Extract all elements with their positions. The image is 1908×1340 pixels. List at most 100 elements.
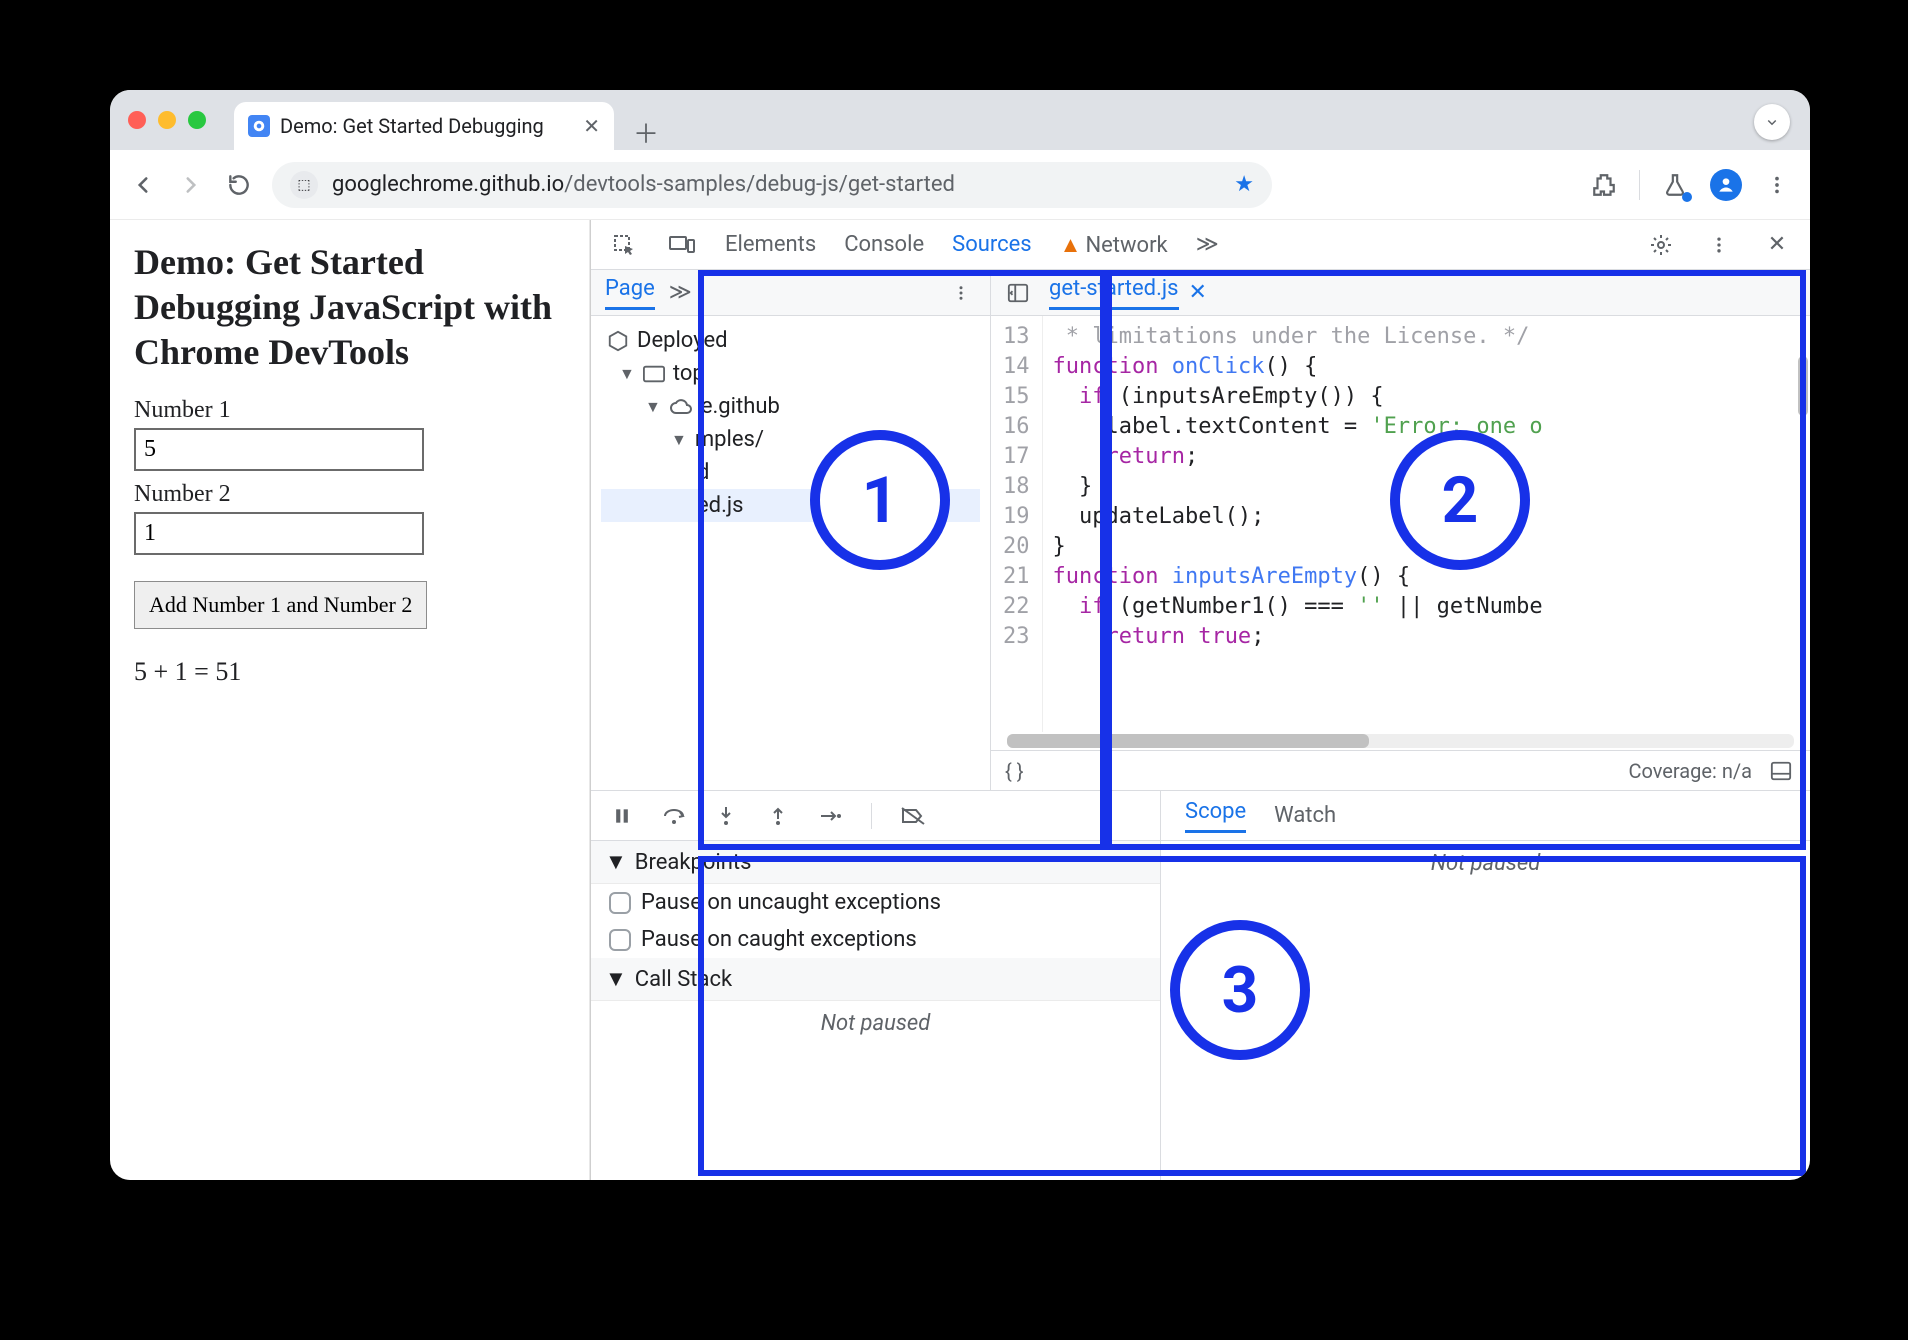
devtools-menu-icon[interactable] — [1704, 230, 1734, 260]
cloud-icon — [669, 398, 693, 416]
chrome-menu-icon[interactable] — [1762, 170, 1792, 200]
tab-network[interactable]: ▲Network — [1060, 232, 1168, 258]
add-button[interactable]: Add Number 1 and Number 2 — [134, 581, 427, 629]
navigator-pane: Page ≫ Deployed ▼top ▼e.github ▼mples/ d… — [591, 270, 991, 790]
devtools-panel: Elements Console Sources ▲Network ≫ ✕ Pa… — [590, 220, 1810, 1180]
code-line-13: * limitations under the License. */ — [1053, 324, 1530, 349]
tab-watch[interactable]: Watch — [1274, 803, 1336, 828]
scope-pane: Scope Watch Not paused — [1161, 791, 1810, 1180]
num2-label: Number 2 — [134, 481, 565, 508]
num1-label: Number 1 — [134, 397, 565, 424]
result-text: 5 + 1 = 51 — [134, 657, 565, 687]
labs-icon[interactable] — [1660, 170, 1690, 200]
num1-input[interactable] — [134, 428, 424, 471]
callstack-header[interactable]: ▼Call Stack — [591, 958, 1160, 1001]
chevron-down-icon: ▼ — [605, 966, 627, 992]
code-line-20: } — [1053, 534, 1066, 559]
step-out-icon[interactable] — [763, 801, 793, 831]
chevron-down-icon: ▼ — [605, 849, 627, 875]
tree-folder[interactable]: ▼mples/ — [601, 423, 980, 456]
address-bar[interactable]: ⬚ googlechrome.github.io/devtools-sample… — [272, 162, 1272, 208]
tab-title: Demo: Get Started Debugging — [280, 114, 573, 138]
num2-input[interactable] — [134, 512, 424, 555]
coverage-status: Coverage: n/a — [1628, 759, 1752, 783]
inspect-element-icon[interactable] — [609, 230, 639, 260]
code-line-16: label.textContent = 'Error: one o — [1053, 414, 1543, 439]
tab-console[interactable]: Console — [844, 232, 924, 257]
forward-button[interactable] — [176, 170, 206, 200]
tree-top[interactable]: ▼top — [601, 357, 980, 390]
code-line-15: if (inputsAreEmpty()) { — [1053, 384, 1384, 409]
maximize-window-icon[interactable] — [188, 111, 206, 129]
frame-icon — [643, 365, 665, 383]
close-tab-icon[interactable]: ✕ — [583, 114, 600, 138]
step-icon[interactable] — [815, 801, 845, 831]
settings-gear-icon[interactable] — [1646, 230, 1676, 260]
browser-toolbar: ⬚ googlechrome.github.io/devtools-sample… — [110, 150, 1810, 220]
close-window-icon[interactable] — [128, 111, 146, 129]
close-devtools-icon[interactable]: ✕ — [1762, 230, 1792, 260]
toggle-navigator-icon[interactable] — [1003, 278, 1033, 308]
step-over-icon[interactable] — [659, 801, 689, 831]
step-into-icon[interactable] — [711, 801, 741, 831]
chrome-favicon-icon — [248, 115, 270, 137]
back-button[interactable] — [128, 170, 158, 200]
chevron-down-icon: ▼ — [671, 430, 687, 450]
deactivate-breakpoints-icon[interactable] — [898, 801, 928, 831]
navigator-tab-page[interactable]: Page — [605, 276, 655, 310]
tab-scope[interactable]: Scope — [1185, 799, 1246, 833]
tree-deployed[interactable]: Deployed — [601, 324, 980, 357]
scope-not-paused: Not paused — [1161, 841, 1810, 886]
code-line-22: if (getNumber1() === '' || getNumbe — [1053, 594, 1543, 619]
code-area[interactable]: * limitations under the License. */ func… — [1043, 316, 1811, 732]
code-editor: get-started.js✕ 1314151617181920212223 *… — [991, 270, 1810, 790]
code-line-21: function inputsAreEmpty() { — [1053, 564, 1411, 589]
demo-page: Demo: Get Started Debugging JavaScript w… — [110, 220, 590, 1180]
chevron-down-icon: ▼ — [619, 364, 635, 384]
code-line-17: return; — [1053, 444, 1199, 469]
site-settings-icon[interactable]: ⬚ — [290, 171, 318, 199]
callstack-not-paused: Not paused — [591, 1001, 1160, 1046]
device-toggle-icon[interactable] — [667, 230, 697, 260]
new-tab-button[interactable]: ＋ — [628, 114, 664, 150]
url-text: googlechrome.github.io/devtools-samples/… — [332, 172, 1220, 197]
more-tabs-icon[interactable]: ≫ — [1196, 232, 1219, 257]
navigator-menu-icon[interactable] — [946, 278, 976, 308]
code-line-14: function onClick() { — [1053, 354, 1318, 379]
breakpoints-header[interactable]: ▼Breakpoints — [591, 841, 1160, 884]
devtools-tabbar: Elements Console Sources ▲Network ≫ ✕ — [591, 220, 1810, 270]
close-file-icon[interactable]: ✕ — [1189, 280, 1207, 305]
chevron-down-icon: ▼ — [645, 397, 661, 417]
tab-sources[interactable]: Sources — [952, 232, 1032, 257]
debugger-pane: ▼Breakpoints Pause on uncaught exception… — [591, 791, 1161, 1180]
profile-avatar[interactable] — [1710, 169, 1742, 201]
pause-icon[interactable] — [607, 801, 637, 831]
reload-button[interactable] — [224, 170, 254, 200]
bookmark-star-icon[interactable]: ★ — [1234, 172, 1254, 197]
pretty-print-icon[interactable]: { } — [1005, 759, 1024, 783]
tree-origin[interactable]: ▼e.github — [601, 390, 980, 423]
tree-file-html[interactable]: d — [601, 456, 980, 489]
extensions-icon[interactable] — [1589, 170, 1619, 200]
toolbar-divider — [1639, 170, 1640, 200]
pause-uncaught-checkbox[interactable]: Pause on uncaught exceptions — [591, 884, 1160, 921]
browser-tab[interactable]: Demo: Get Started Debugging ✕ — [234, 102, 614, 150]
editor-file-tab[interactable]: get-started.js✕ — [1049, 276, 1207, 310]
tabstrip: Demo: Get Started Debugging ✕ ＋ — [110, 90, 1810, 150]
code-line-18: } — [1053, 474, 1093, 499]
vertical-scrollbar[interactable] — [1798, 356, 1808, 416]
chrome-window: Demo: Get Started Debugging ✕ ＋ ⬚ google… — [110, 90, 1810, 1180]
tab-search-button[interactable] — [1754, 104, 1790, 140]
file-tree: Deployed ▼top ▼e.github ▼mples/ d ed.js — [591, 316, 990, 530]
tab-elements[interactable]: Elements — [725, 232, 816, 257]
minimize-window-icon[interactable] — [158, 111, 176, 129]
cube-icon — [607, 330, 629, 352]
navigator-more-tabs-icon[interactable]: ≫ — [669, 280, 692, 305]
show-console-icon[interactable] — [1766, 756, 1796, 786]
pause-caught-checkbox[interactable]: Pause on caught exceptions — [591, 921, 1160, 958]
window-controls — [128, 90, 220, 150]
tree-file-js[interactable]: ed.js — [601, 489, 980, 522]
page-heading: Demo: Get Started Debugging JavaScript w… — [134, 240, 565, 375]
warning-icon: ▲ — [1060, 233, 1082, 258]
horizontal-scrollbar[interactable] — [1007, 734, 1794, 748]
